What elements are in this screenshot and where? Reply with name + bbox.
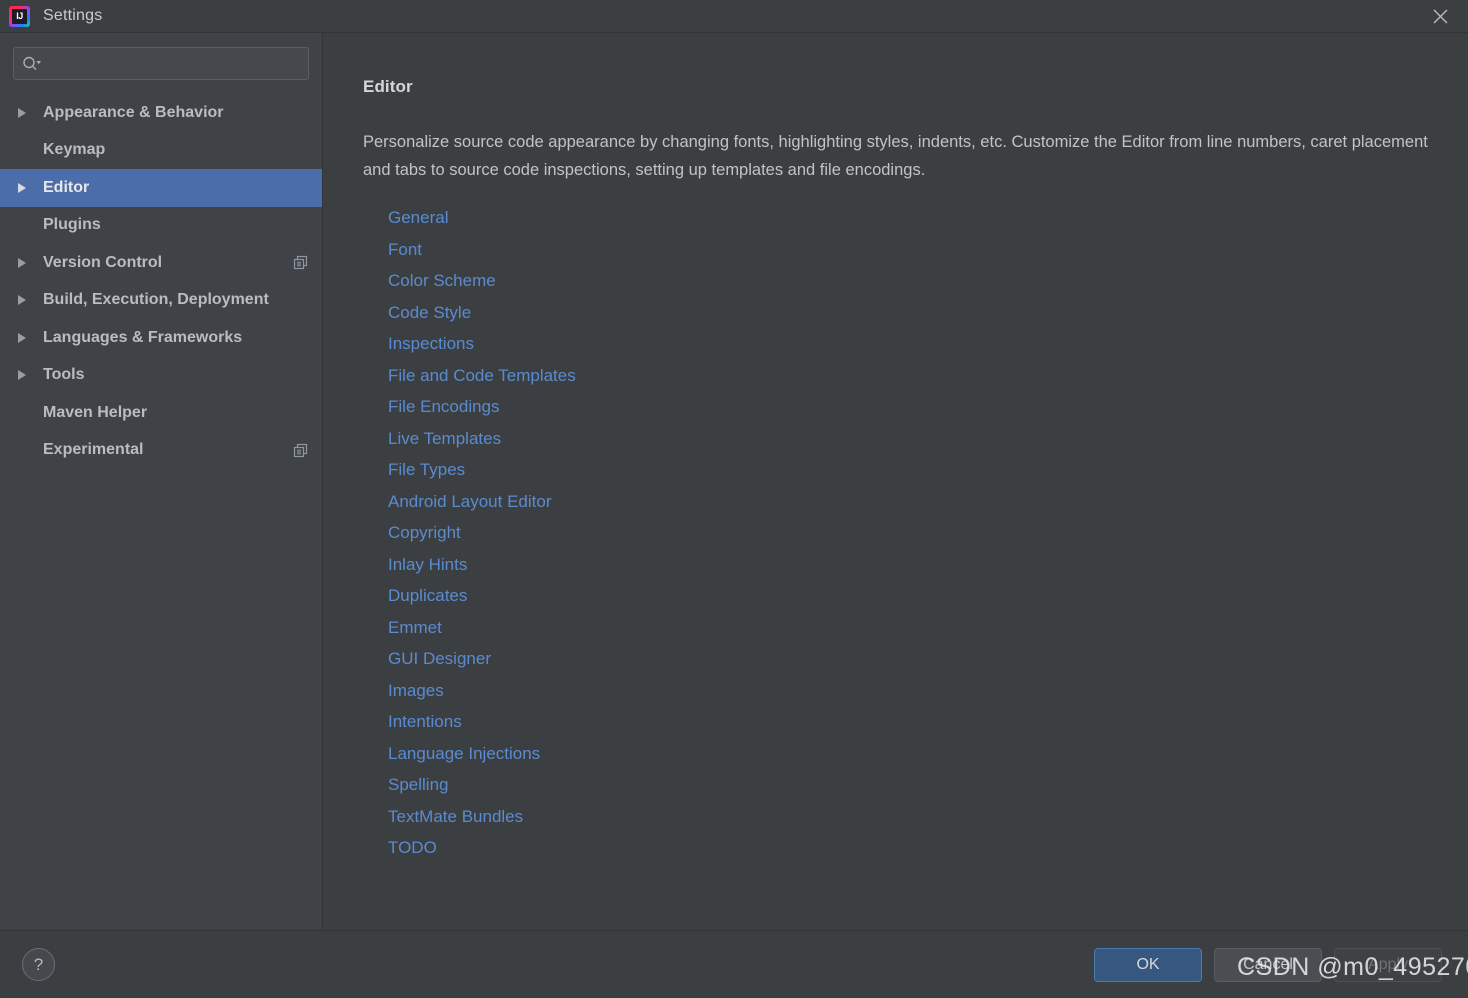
- sidebar-item-label: Experimental: [43, 441, 144, 459]
- page-description: Personalize source code appearance by ch…: [363, 133, 1428, 179]
- link-file-types[interactable]: File Types: [388, 454, 465, 486]
- window-title: Settings: [43, 7, 103, 24]
- sidebar-item-label: Languages & Frameworks: [43, 328, 243, 346]
- link-emmet[interactable]: Emmet: [388, 612, 442, 644]
- sidebar-item-label: Version Control: [43, 253, 163, 271]
- link-inspections[interactable]: Inspections: [388, 328, 474, 360]
- link-duplicates[interactable]: Duplicates: [388, 580, 467, 612]
- cancel-button[interactable]: Cancel: [1214, 947, 1322, 982]
- expand-triangle-icon[interactable]: [18, 332, 34, 343]
- link-intentions[interactable]: Intentions: [388, 706, 462, 738]
- link-code-style[interactable]: Code Style: [388, 297, 471, 329]
- sidebar-item-label: Tools: [43, 366, 85, 384]
- sidebar-item-label: Maven Helper: [43, 403, 148, 421]
- help-button[interactable]: ?: [22, 948, 55, 981]
- sidebar-item-appearance-behavior[interactable]: Appearance & Behavior: [0, 94, 322, 132]
- sidebar-item-editor[interactable]: Editor: [0, 169, 322, 207]
- dialog-footer: ? OK Cancel Apply: [0, 930, 1468, 998]
- subsection-link-list: General Font Color Scheme Code Style Ins…: [363, 202, 1448, 864]
- link-copyright[interactable]: Copyright: [388, 517, 461, 549]
- settings-tree: Appearance & Behavior Keymap Editor Plug…: [0, 94, 322, 469]
- link-live-templates[interactable]: Live Templates: [388, 423, 501, 455]
- intellij-idea-logo-icon: IJ: [9, 5, 30, 27]
- expand-triangle-icon[interactable]: [18, 107, 34, 118]
- sidebar-item-tools[interactable]: Tools: [0, 357, 322, 395]
- link-color-scheme[interactable]: Color Scheme: [388, 265, 496, 297]
- dialog-body: Appearance & Behavior Keymap Editor Plug…: [0, 32, 1468, 930]
- sidebar-item-label: Keymap: [43, 141, 106, 159]
- settings-dialog: IJ Settings Appearance & Behavior Keymap…: [0, 0, 1468, 998]
- close-icon: [1432, 8, 1449, 25]
- expand-triangle-icon[interactable]: [18, 257, 34, 268]
- search-icon: [22, 56, 42, 71]
- link-android-layout-editor[interactable]: Android Layout Editor: [388, 486, 552, 518]
- link-language-injections[interactable]: Language Injections: [388, 738, 540, 770]
- search-box[interactable]: [13, 47, 309, 80]
- page-title: Editor: [363, 77, 413, 96]
- search-input[interactable]: [46, 56, 300, 71]
- link-inlay-hints[interactable]: Inlay Hints: [388, 549, 467, 581]
- sidebar-item-keymap[interactable]: Keymap: [0, 132, 322, 170]
- sidebar-item-maven-helper[interactable]: Maven Helper: [0, 394, 322, 432]
- link-gui-designer[interactable]: GUI Designer: [388, 643, 491, 675]
- expand-triangle-icon[interactable]: [18, 182, 34, 193]
- link-textmate-bundles[interactable]: TextMate Bundles: [388, 801, 523, 833]
- search-area: [0, 47, 322, 80]
- sidebar-item-label: Editor: [43, 178, 90, 196]
- sidebar-item-experimental[interactable]: Experimental: [0, 432, 322, 470]
- link-file-encodings[interactable]: File Encodings: [388, 391, 500, 423]
- title-bar: IJ Settings: [0, 0, 1468, 32]
- link-images[interactable]: Images: [388, 675, 444, 707]
- logo-text: IJ: [16, 11, 23, 21]
- sidebar-item-languages-frameworks[interactable]: Languages & Frameworks: [0, 319, 322, 357]
- link-todo[interactable]: TODO: [388, 832, 437, 864]
- expand-triangle-icon[interactable]: [18, 370, 34, 381]
- apply-button: Apply: [1334, 947, 1442, 982]
- sidebar-item-version-control[interactable]: Version Control: [0, 244, 322, 282]
- expand-triangle-icon[interactable]: [18, 295, 34, 306]
- sidebar-item-plugins[interactable]: Plugins: [0, 207, 322, 245]
- sidebar-item-label: Appearance & Behavior: [43, 103, 224, 121]
- sidebar-item-label: Plugins: [43, 216, 101, 234]
- link-font[interactable]: Font: [388, 234, 422, 266]
- close-button[interactable]: [1412, 0, 1468, 32]
- settings-sidebar: Appearance & Behavior Keymap Editor Plug…: [0, 33, 323, 930]
- sidebar-item-build-execution-deployment[interactable]: Build, Execution, Deployment: [0, 282, 322, 320]
- link-spelling[interactable]: Spelling: [388, 769, 449, 801]
- link-general[interactable]: General: [388, 202, 448, 234]
- ok-button[interactable]: OK: [1094, 947, 1202, 982]
- copy-icon: [293, 443, 308, 458]
- copy-icon: [293, 255, 308, 270]
- settings-main-panel: Editor Personalize source code appearanc…: [323, 33, 1468, 930]
- link-file-and-code-templates[interactable]: File and Code Templates: [388, 360, 576, 392]
- footer-button-group: OK Cancel Apply: [1094, 947, 1442, 982]
- sidebar-item-label: Build, Execution, Deployment: [43, 291, 269, 309]
